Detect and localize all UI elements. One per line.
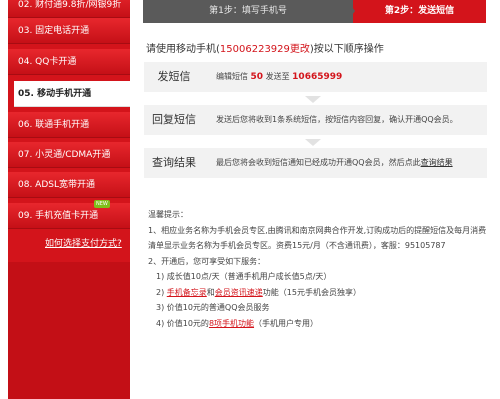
sms-number: 10665999	[292, 72, 343, 82]
tips-item-text: 2)	[156, 287, 167, 297]
instruction-prefix: 请使用移动手机(	[146, 44, 220, 55]
sidebar-item-landline[interactable]: 03. 固定电话开通	[8, 18, 130, 44]
sidebar-item-unicom[interactable]: 06. 联通手机开通	[8, 112, 130, 138]
row-label: 发短信	[157, 70, 191, 83]
row-label: 查询结果	[152, 156, 196, 169]
sidebar-item-adsl[interactable]: 08. ADSL宽带开通	[8, 172, 130, 198]
instruction-text: 请使用移动手机(15006223929更改)按以下顺序操作	[146, 40, 384, 55]
tips-item-2: 2) 手机备忘录和会员资讯速递功能（15元手机会员独享）	[148, 285, 488, 301]
sidebar-footer	[8, 262, 130, 399]
payment-help-link[interactable]: 如何选择支付方式?	[45, 236, 122, 249]
sidebar-item-label: 09. 手机充值卡开通	[18, 211, 99, 221]
step-arrow-icon	[347, 0, 355, 22]
tips-item-text: 4) 价值10元的	[156, 318, 209, 328]
sidebar-item-label: 05. 移动手机开通	[18, 89, 92, 99]
send-sms-text: 编辑短信 50 发送至 10665999	[216, 62, 342, 92]
tips-item-text: 和	[206, 287, 215, 297]
query-result-link[interactable]: 查询结果	[421, 158, 453, 167]
row-label: 回复短信	[152, 113, 196, 126]
sidebar-item-qq-card[interactable]: 04. QQ卡开通	[8, 49, 130, 75]
change-phone-link[interactable]: 更改	[290, 44, 310, 55]
instruction-suffix: )按以下顺序操作	[309, 44, 384, 55]
tips-item-4: 4) 价值10元的8项手机功能（手机用户专用）	[148, 316, 488, 332]
sidebar: 02. 财付通9.8折/网银9折 03. 固定电话开通 04. QQ卡开通 05…	[8, 0, 130, 399]
step-2-current: 第2步：发送短信	[353, 0, 486, 23]
sidebar-item-label: 07. 小灵通/CDMA开通	[18, 150, 111, 160]
down-arrow-icon	[305, 139, 321, 146]
query-result-desc: 最后您将会收到短信通知已经成功开通QQ会员，然后点此	[216, 158, 421, 167]
step-send-sms: 发短信 编辑短信 50 发送至 10665999	[144, 62, 487, 92]
sidebar-item-label: 02. 财付通9.8折/网银9折	[18, 0, 122, 10]
step-1: 第1步：填写手机号	[209, 6, 287, 16]
tips-item-text: 功能（15元手机会员独享）	[262, 287, 361, 297]
mobile-features-link[interactable]: 8项手机功能	[209, 319, 254, 328]
tips-section: 温馨提示： 1、相应业务名称为手机会员专区,由腾讯和南京网典合作开发,订购成功后…	[148, 207, 488, 331]
tips-paragraph-2: 2、开通后，您可享受如下服务：	[148, 256, 266, 266]
sidebar-item-mobile[interactable]: 05. 移动手机开通	[14, 81, 130, 107]
down-arrow-icon	[305, 96, 321, 103]
memo-link[interactable]: 手机备忘录	[167, 288, 207, 297]
new-badge: NEW	[94, 200, 110, 208]
sidebar-item-phs-cdma[interactable]: 07. 小灵通/CDMA开通	[8, 142, 130, 168]
reply-sms-text: 发送后您将收到1条系统短信，按短信内容回复，确认开通QQ会员。	[216, 115, 458, 124]
news-link[interactable]: 会员资讯速递	[215, 288, 263, 297]
phone-number: 15006223929	[219, 44, 290, 55]
sms-text-part: 编辑短信	[216, 72, 251, 81]
sidebar-item-label: 04. QQ卡开通	[18, 57, 77, 67]
sms-code: 50	[250, 72, 264, 82]
tips-item-1: 1) 成长值10点/天（普通手机用户成长值5点/天）	[156, 272, 332, 281]
tips-item-3: 3) 价值10元的普通QQ会员服务	[156, 303, 270, 312]
sidebar-item-label: 03. 固定电话开通	[18, 26, 90, 36]
query-result-text: 最后您将会收到短信通知已经成功开通QQ会员，然后点此查询结果	[216, 148, 453, 178]
tips-item-text: （手机用户专用）	[254, 318, 319, 328]
sidebar-item-recharge-card[interactable]: 09. 手机充值卡开通 NEW	[8, 200, 130, 229]
step-reply-sms: 回复短信 发送后您将收到1条系统短信，按短信内容回复，确认开通QQ会员。	[144, 105, 487, 135]
sms-text-part: 发送至	[263, 72, 293, 81]
sidebar-item-label: 06. 联通手机开通	[18, 120, 90, 130]
tips-title: 温馨提示：	[148, 210, 188, 219]
step-query-result: 查询结果 最后您将会收到短信通知已经成功开通QQ会员，然后点此查询结果	[144, 148, 487, 178]
tips-paragraph-1: 1、相应业务名称为手机会员专区,由腾讯和南京网典合作开发,订购成功后的提醒短信及…	[148, 225, 487, 251]
step-indicator: 第1步：填写手机号 第2步：发送短信	[143, 0, 486, 23]
sidebar-item-label: 08. ADSL宽带开通	[18, 180, 95, 190]
sidebar-item-tenpay[interactable]: 02. 财付通9.8折/网银9折	[8, 0, 130, 18]
